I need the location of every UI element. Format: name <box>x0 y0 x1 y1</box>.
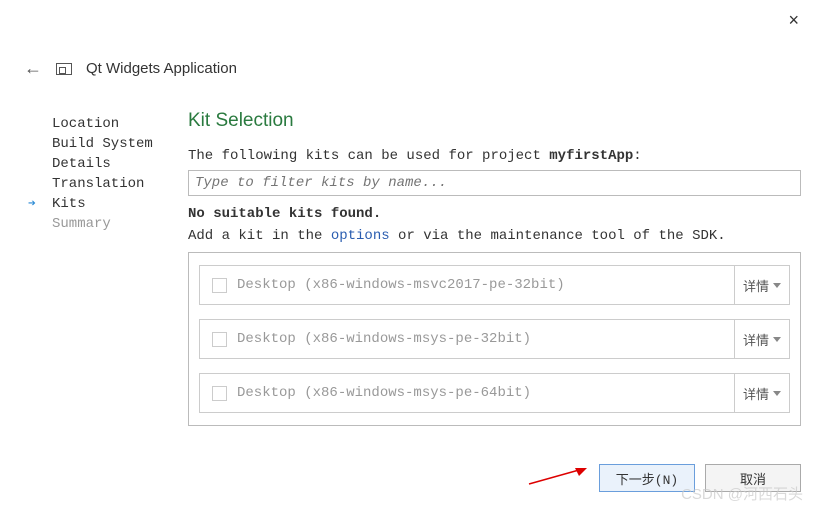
kit-label: Desktop (x86-windows-msvc2017-pe-32bit) <box>237 277 734 293</box>
kit-details-button[interactable]: 详情 <box>734 266 789 304</box>
kit-checkbox[interactable] <box>212 278 227 293</box>
page-title: Kit Selection <box>188 110 801 132</box>
kit-row[interactable]: Desktop (x86-windows-msvc2017-pe-32bit) … <box>199 265 790 305</box>
kit-details-button[interactable]: 详情 <box>734 374 789 412</box>
wizard-steps-sidebar: Location Build System Details Translatio… <box>42 110 172 450</box>
kit-label: Desktop (x86-windows-msys-pe-32bit) <box>237 331 734 347</box>
kit-label: Desktop (x86-windows-msys-pe-64bit) <box>237 385 734 401</box>
close-icon[interactable]: × <box>788 10 799 31</box>
kit-details-label: 详情 <box>743 330 769 349</box>
kit-details-button[interactable]: 详情 <box>734 320 789 358</box>
add-kit-hint: Add a kit in the options or via the main… <box>188 228 801 244</box>
step-kits[interactable]: Kits <box>42 194 172 214</box>
wizard-title: Qt Widgets Application <box>86 60 237 77</box>
chevron-down-icon <box>773 283 781 288</box>
kit-row[interactable]: Desktop (x86-windows-msys-pe-32bit) 详情 <box>199 319 790 359</box>
step-translation[interactable]: Translation <box>42 174 172 194</box>
step-build-system[interactable]: Build System <box>42 134 172 154</box>
step-details[interactable]: Details <box>42 154 172 174</box>
step-summary: Summary <box>42 214 172 234</box>
intro-prefix: The following kits can be used for proje… <box>188 148 549 164</box>
kit-checkbox[interactable] <box>212 332 227 347</box>
main-panel: Kit Selection The following kits can be … <box>188 110 801 450</box>
kits-list: Desktop (x86-windows-msvc2017-pe-32bit) … <box>188 252 801 426</box>
project-name: myfirstApp <box>549 148 633 164</box>
kit-row[interactable]: Desktop (x86-windows-msys-pe-64bit) 详情 <box>199 373 790 413</box>
intro-suffix: : <box>633 148 641 164</box>
wizard-header: ← Qt Widgets Application <box>24 58 237 79</box>
watermark: CSDN @河西石头 <box>681 483 803 504</box>
hint-prefix: Add a kit in the <box>188 228 331 244</box>
kit-details-label: 详情 <box>743 276 769 295</box>
intro-text: The following kits can be used for proje… <box>188 148 801 164</box>
chevron-down-icon <box>773 337 781 342</box>
kit-details-label: 详情 <box>743 384 769 403</box>
back-arrow-icon[interactable]: ← <box>24 58 42 79</box>
annotation-arrow-icon <box>527 466 587 486</box>
no-kits-warning: No suitable kits found. <box>188 206 801 222</box>
app-icon <box>56 63 72 75</box>
kit-checkbox[interactable] <box>212 386 227 401</box>
options-link[interactable]: options <box>331 228 390 244</box>
wizard-body: Location Build System Details Translatio… <box>42 110 801 450</box>
kit-filter-input[interactable] <box>188 170 801 196</box>
hint-suffix: or via the maintenance tool of the SDK. <box>390 228 726 244</box>
step-location[interactable]: Location <box>42 114 172 134</box>
chevron-down-icon <box>773 391 781 396</box>
